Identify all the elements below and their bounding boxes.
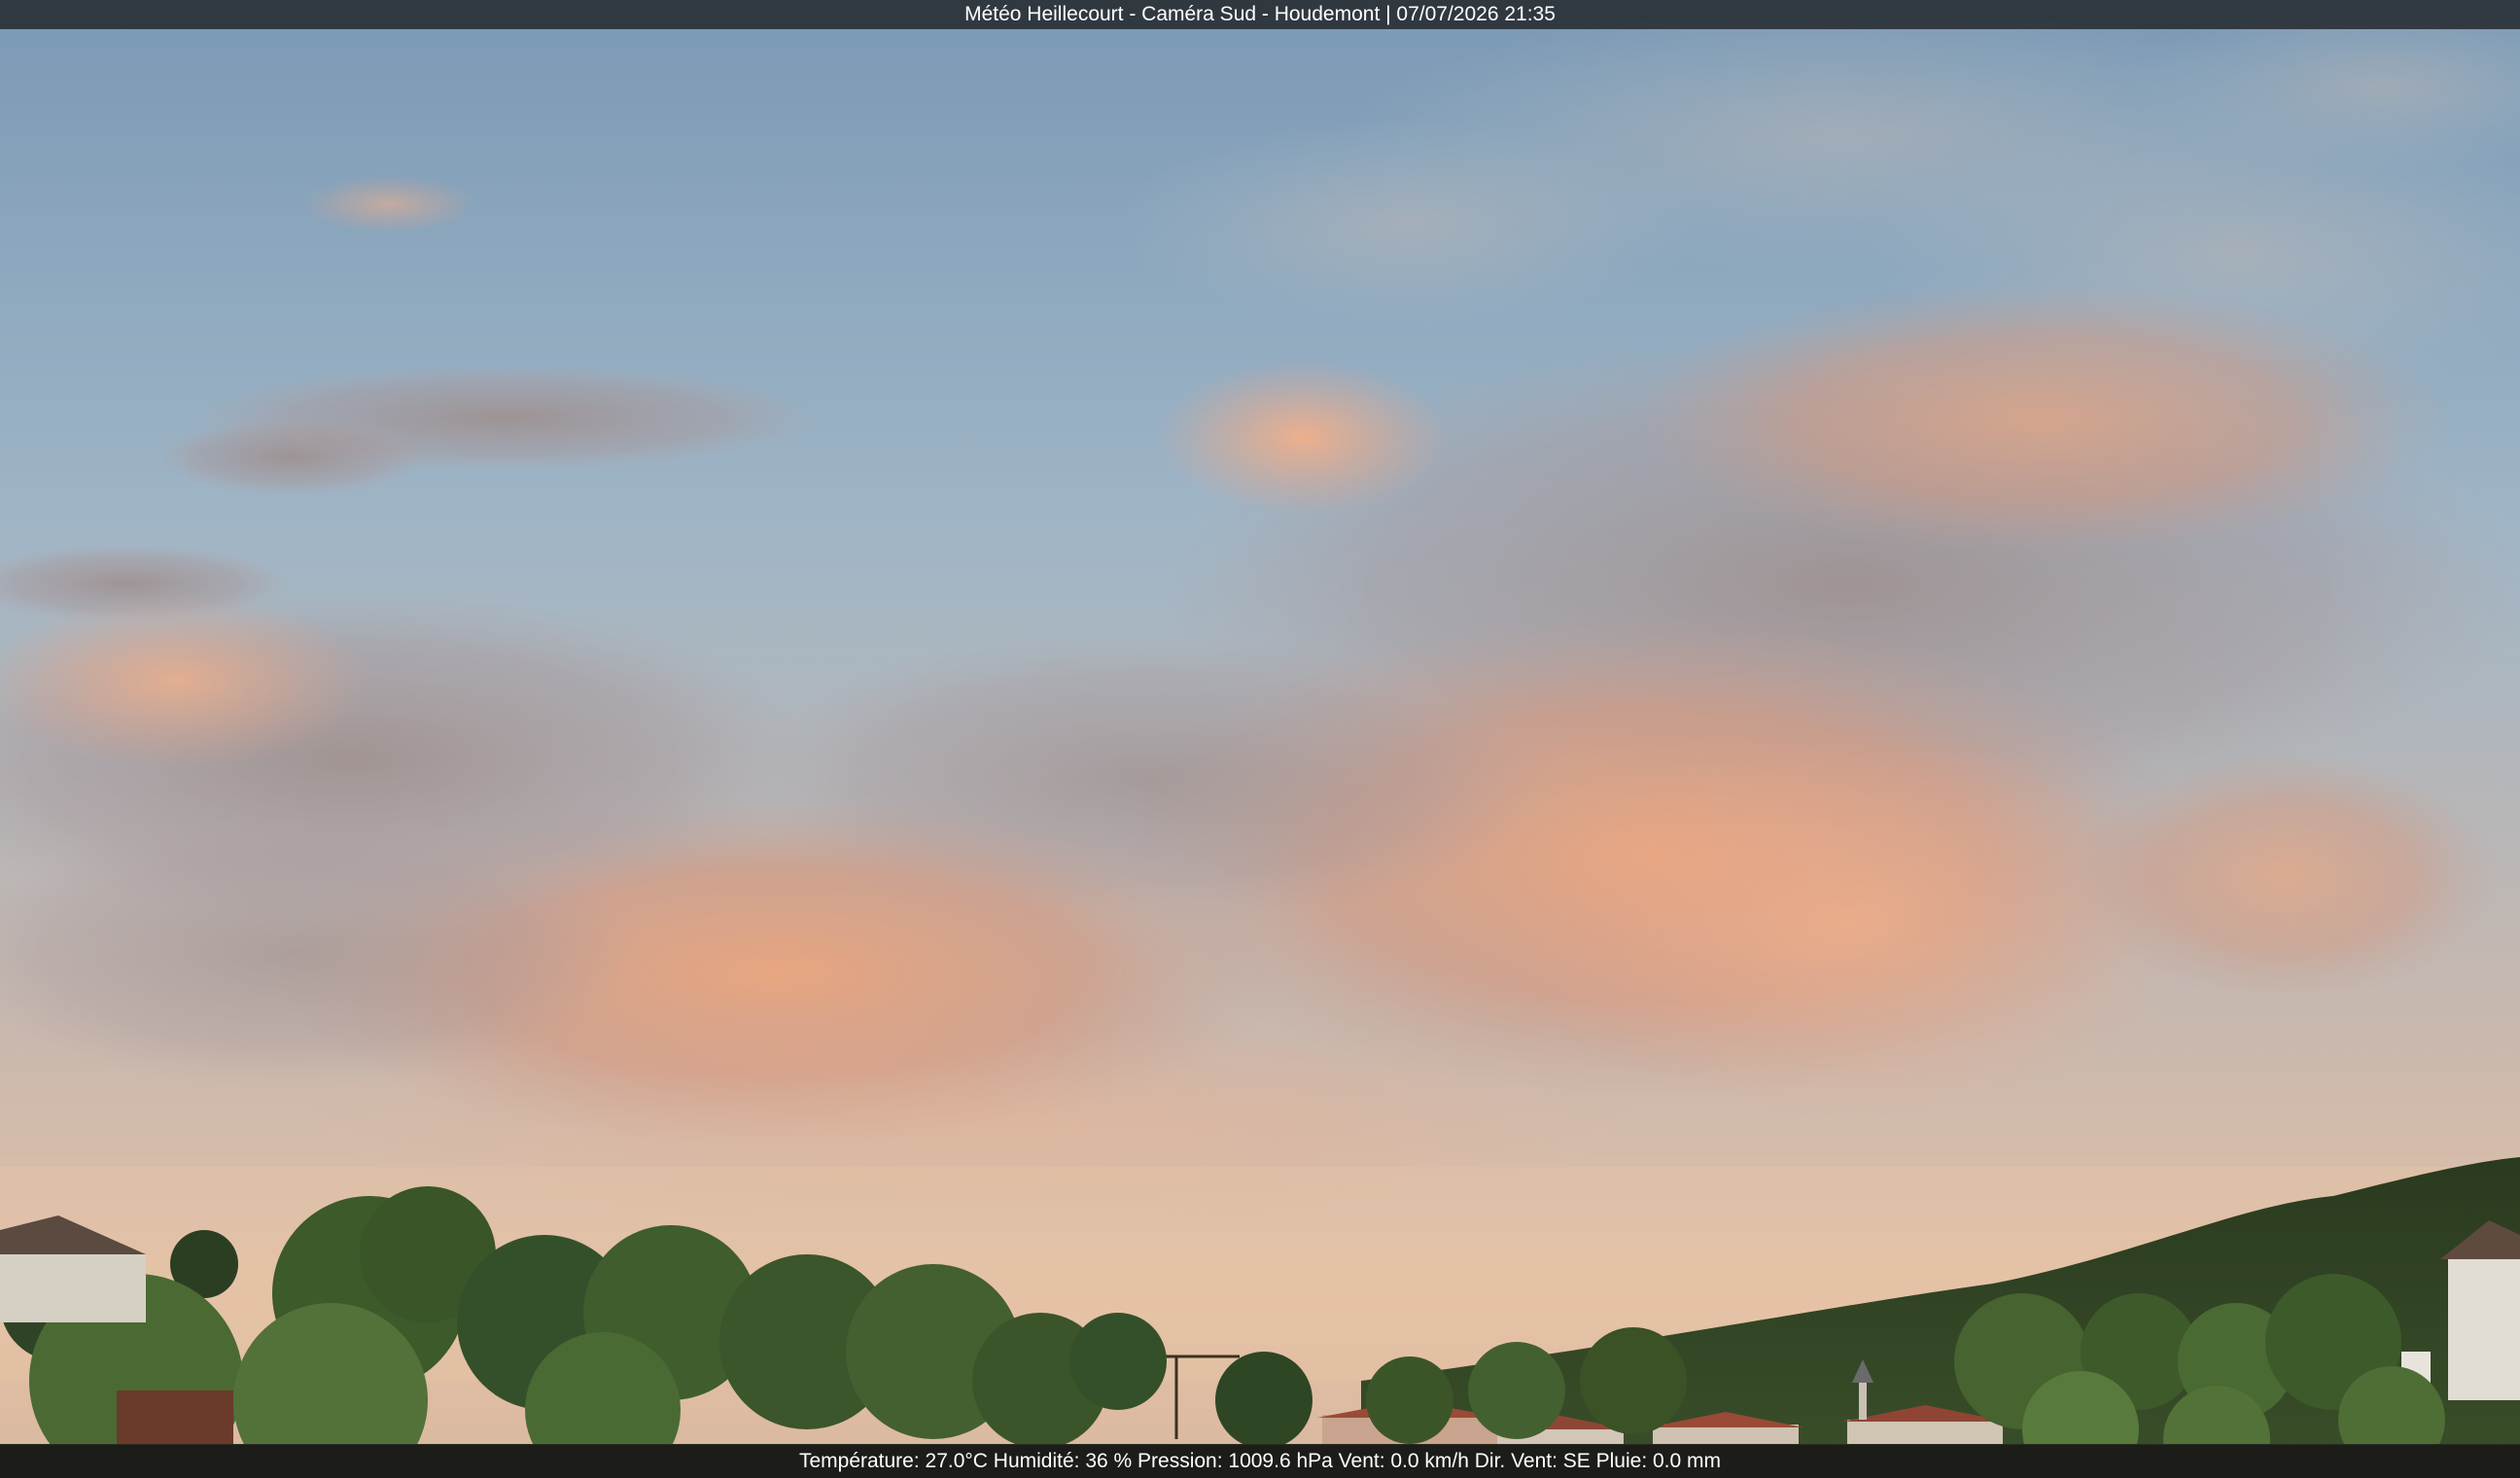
camera-title-bar: Météo Heillecourt - Caméra Sud - Houdemo…	[0, 0, 2520, 29]
weather-info-bar: Température: 27.0°C Humidité: 36 % Press…	[0, 1445, 2520, 1478]
weather-info-text: Température: 27.0°C Humidité: 36 % Press…	[798, 1450, 1722, 1472]
webcam-frame: Météo Heillecourt - Caméra Sud - Houdemo…	[0, 0, 2520, 1478]
camera-title-text: Météo Heillecourt - Caméra Sud - Houdemo…	[964, 3, 1556, 25]
sky-landscape-scene	[0, 0, 2520, 1478]
